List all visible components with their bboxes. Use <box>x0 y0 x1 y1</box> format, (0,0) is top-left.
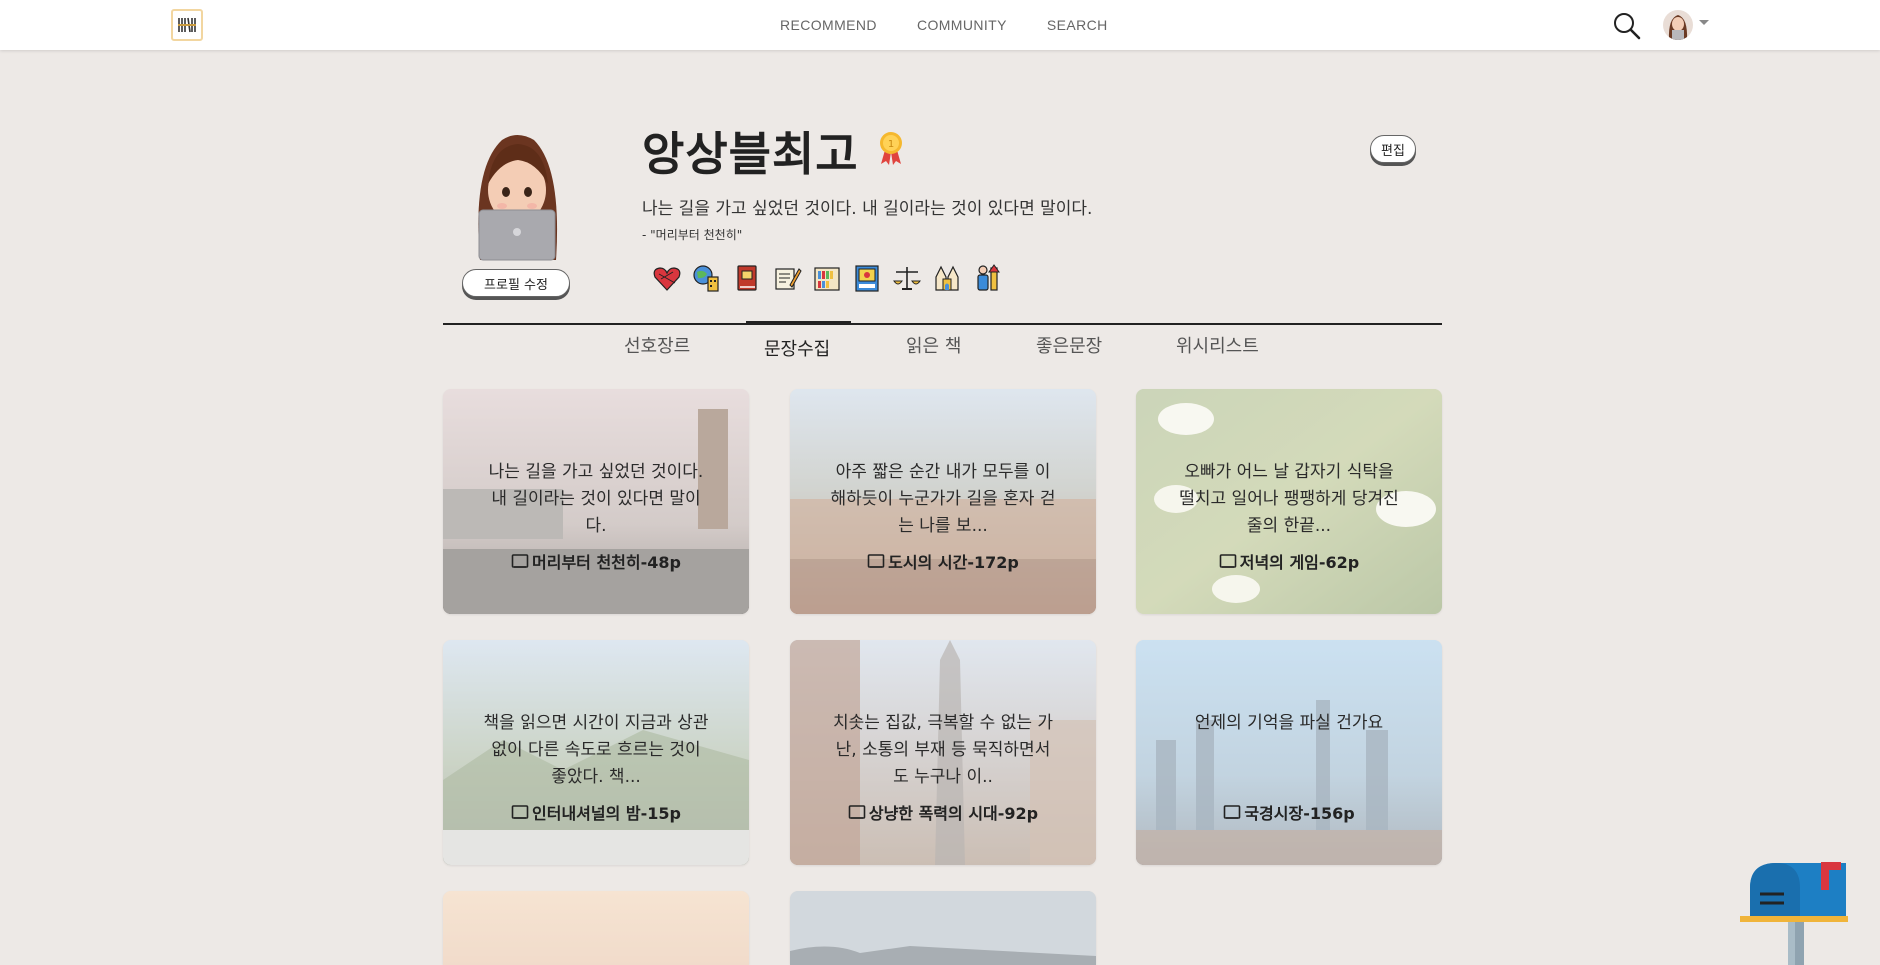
tab-preferred-genres[interactable]: 선호장르 <box>624 332 690 358</box>
badge-list <box>652 262 1002 294</box>
nav-links: RECOMMEND COMMUNITY SEARCH <box>780 0 1108 50</box>
sentence-card[interactable]: 치솟는 집값, 극복할 수 없는 가난, 소통의 부재 등 묵직하면서도 누구나… <box>790 640 1096 865</box>
card-overlay <box>443 891 749 965</box>
tab-read-books[interactable]: 읽은 책 <box>906 332 961 358</box>
profile-avatar <box>462 128 572 268</box>
tabs-divider <box>443 323 1442 325</box>
card-quote: 책을 읽으면 시간이 지금과 상관없이 다른 속도로 흐르는 것이 좋았다. 책… <box>483 713 709 787</box>
card-overlay <box>1136 640 1442 865</box>
book-icon <box>511 805 529 819</box>
sentence-card[interactable] <box>443 891 749 965</box>
chevron-down-icon <box>1699 19 1709 25</box>
card-book-title: 도시의 시간-172p <box>888 553 1019 572</box>
user-menu-button[interactable] <box>1663 9 1715 41</box>
book-icon <box>511 554 529 568</box>
globe-city-icon <box>692 262 722 294</box>
book-icon <box>867 554 885 568</box>
nav-community[interactable]: COMMUNITY <box>917 17 1007 33</box>
sentence-card[interactable] <box>790 891 1096 965</box>
profile-tabs: 선호장르 문장수집 읽은 책 좋은문장 위시리스트 <box>0 332 1880 372</box>
card-book-info: 저녁의 게임-62p <box>1136 549 1442 573</box>
profile-bio: 나는 길을 가고 싶었던 것이다. 내 길이라는 것이 있다면 말이다. <box>642 199 1093 219</box>
edit-button[interactable]: 편집 <box>1370 135 1416 163</box>
sentence-card[interactable]: 오빠가 어느 날 갑자기 식탁을 떨치고 일어나 팽팽하게 당겨진 줄의 한끝.… <box>1136 389 1442 614</box>
calendar-book-icon <box>852 262 882 294</box>
profile-bio-source: - "머리부터 천천히" <box>642 228 743 242</box>
card-book-info: 국경시장-156p <box>1136 800 1442 824</box>
writing-icon <box>772 262 802 294</box>
cathedral-icon <box>932 262 962 294</box>
medal-icon: 1 <box>876 130 906 166</box>
sentence-card[interactable]: 아주 짧은 순간 내가 모두를 이해하듯이 누군가가 길을 혼자 걷는 나를 보… <box>790 389 1096 614</box>
top-navbar: RECOMMEND COMMUNITY SEARCH <box>0 0 1880 50</box>
card-quote: 나는 길을 가고 싶었던 것이다. 내 길이라는 것이 있다면 말이다. <box>488 462 704 536</box>
tab-good-sentences[interactable]: 좋은문장 <box>1036 332 1102 358</box>
tab-sentence-collection[interactable]: 문장수집 <box>764 335 830 361</box>
bookshelf-logo-icon[interactable] <box>171 9 203 41</box>
card-book-info: 머리부터 천천히-48p <box>443 549 749 573</box>
heart-yarn-icon <box>652 262 682 294</box>
card-book-title: 머리부터 천천히-48p <box>532 553 681 572</box>
card-quote: 오빠가 어느 날 갑자기 식탁을 떨치고 일어나 팽팽하게 당겨진 줄의 한끝.… <box>1179 462 1399 536</box>
book-icon <box>732 262 762 294</box>
user-avatar-icon <box>1663 10 1693 40</box>
card-quote: 아주 짧은 순간 내가 모두를 이해하듯이 누군가가 길을 혼자 걷는 나를 보… <box>830 462 1056 536</box>
card-book-title: 저녁의 게임-62p <box>1239 553 1360 572</box>
card-book-title: 인터내셔널의 밤-15p <box>532 804 681 823</box>
book-icon <box>848 805 866 819</box>
profile-edit-button[interactable]: 프로필 수정 <box>462 269 570 297</box>
nav-recommend[interactable]: RECOMMEND <box>780 17 877 33</box>
book-icon <box>1219 554 1237 568</box>
search-icon[interactable] <box>1610 10 1644 40</box>
svg-text:1: 1 <box>888 139 894 150</box>
tab-wishlist[interactable]: 위시리스트 <box>1176 332 1259 358</box>
nav-search[interactable]: SEARCH <box>1047 17 1108 33</box>
card-overlay <box>790 891 1096 965</box>
card-quote: 치솟는 집값, 극복할 수 없는 가난, 소통의 부재 등 묵직하면서도 누구나… <box>832 713 1054 787</box>
card-book-info: 상냥한 폭력의 시대-92p <box>790 800 1096 824</box>
mailbox-icon[interactable] <box>1738 858 1848 965</box>
profile-username: 앙상블최고 <box>642 127 859 181</box>
person-icon <box>972 262 1002 294</box>
card-book-info: 인터내셔널의 밤-15p <box>443 800 749 824</box>
balance-icon <box>892 262 922 294</box>
tab-active-indicator <box>746 321 851 324</box>
sentence-card[interactable]: 언제의 기억을 파실 건가요 국경시장-156p <box>1136 640 1442 865</box>
sentence-card[interactable]: 나는 길을 가고 싶었던 것이다. 내 길이라는 것이 있다면 말이다. 머리부… <box>443 389 749 614</box>
library-icon <box>812 262 842 294</box>
sentence-card[interactable]: 책을 읽으면 시간이 지금과 상관없이 다른 속도로 흐르는 것이 좋았다. 책… <box>443 640 749 865</box>
card-book-info: 도시의 시간-172p <box>790 549 1096 573</box>
book-icon <box>1224 805 1241 819</box>
card-quote: 언제의 기억을 파실 건가요 <box>1194 713 1384 733</box>
card-book-title: 국경시장-156p <box>1244 804 1355 823</box>
card-book-title: 상냥한 폭력의 시대-92p <box>868 804 1039 823</box>
